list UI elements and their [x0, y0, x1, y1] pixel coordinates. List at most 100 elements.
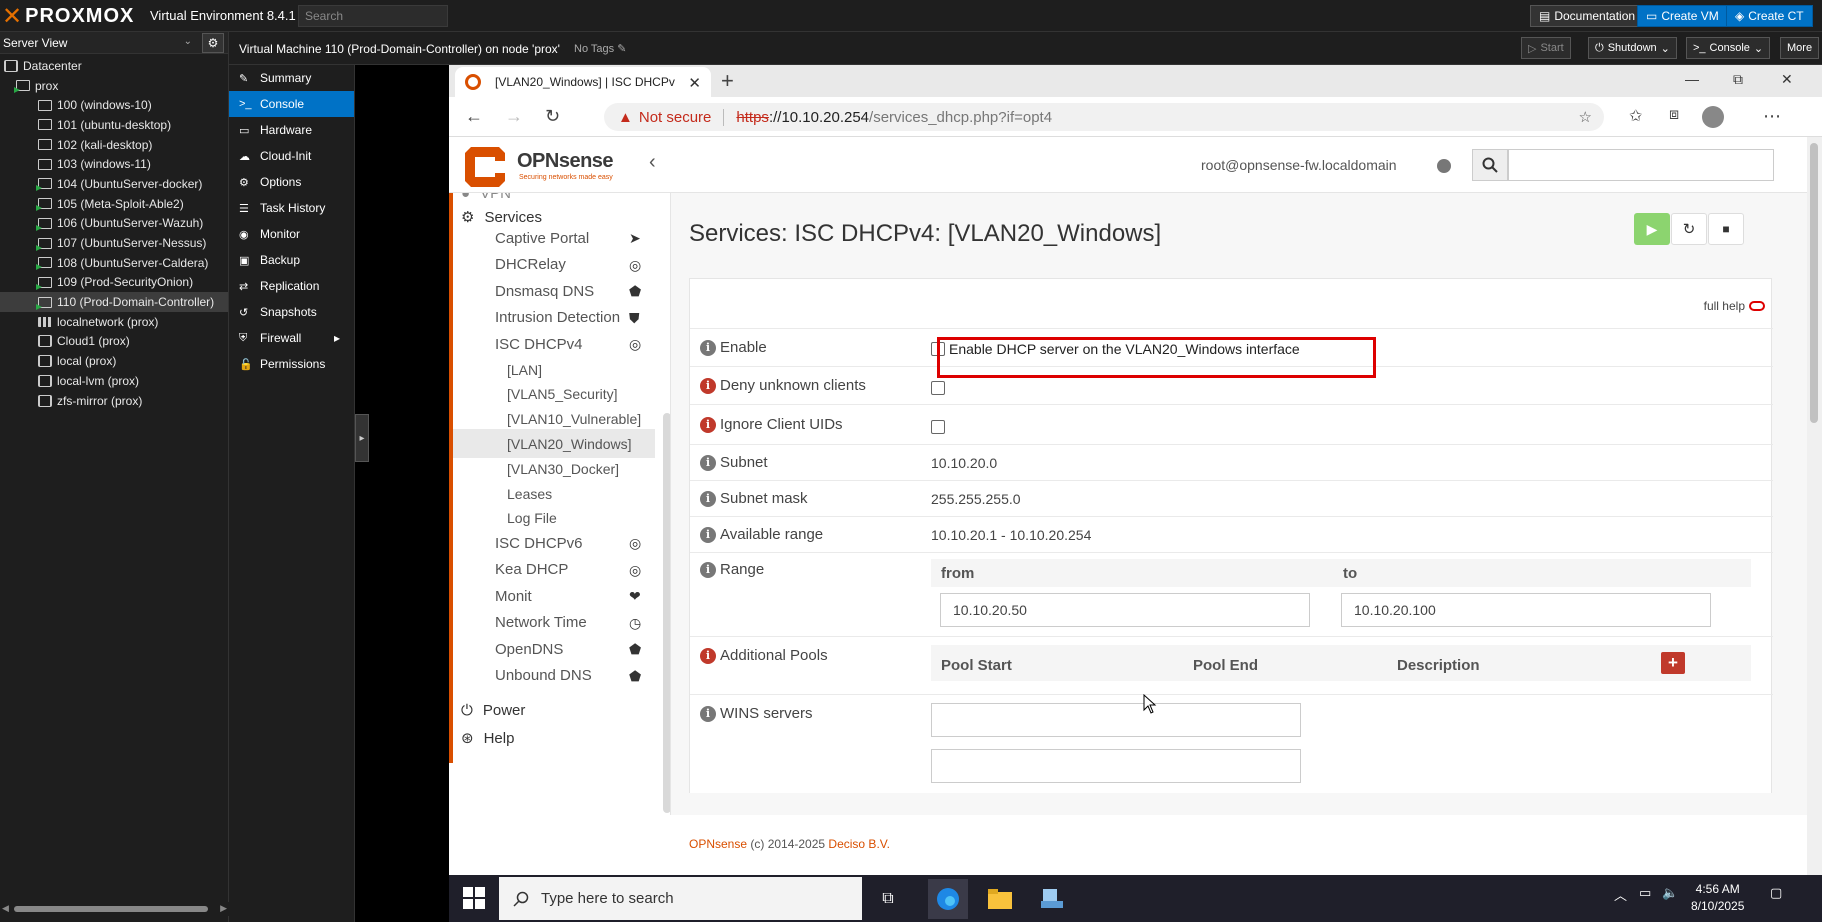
tree-item[interactable]: 108 (UbuntuServer-Caldera) — [0, 253, 228, 273]
tree-item[interactable]: local (prox) — [0, 351, 228, 371]
tree-item[interactable]: 101 (ubuntu-desktop) — [0, 115, 228, 135]
tree-item[interactable]: Datacenter — [0, 56, 228, 76]
tree-item[interactable]: 106 (UbuntuServer-Wazuh) — [0, 214, 228, 234]
taskbar-search-box[interactable]: Type here to search — [499, 877, 862, 920]
create-vm-button[interactable]: ▭ Create VM — [1637, 5, 1728, 27]
server-view-selector[interactable]: Server View ⌄ ⚙ — [0, 32, 228, 54]
pve-search-input[interactable]: Search — [298, 5, 448, 27]
vm-menu-item[interactable]: ⚙ Options — [229, 169, 354, 195]
info-icon[interactable]: i — [700, 454, 716, 471]
vm-menu-item[interactable]: ⇄ Replication — [229, 273, 354, 299]
wins-server-input-2[interactable] — [931, 749, 1301, 783]
gear-icon[interactable]: ⚙ — [202, 33, 224, 53]
documentation-button[interactable]: ▤ Documentation — [1530, 5, 1645, 27]
favorites-icon[interactable]: ✩ — [1629, 106, 1642, 126]
network-app-icon[interactable] — [1032, 879, 1072, 919]
volume-muted-icon[interactable]: 🔈 — [1662, 885, 1678, 901]
info-icon[interactable]: i — [700, 416, 716, 433]
services-item[interactable]: Intrusion Detection ⛊ — [453, 303, 655, 333]
tree-item[interactable]: 104 (UbuntuServer-docker) — [0, 174, 228, 194]
tree-item[interactable]: prox — [0, 76, 228, 96]
vm-menu-item[interactable]: 🔓 Permissions — [229, 351, 354, 377]
tree-item[interactable]: 110 (Prod-Domain-Controller) — [0, 292, 228, 312]
info-icon[interactable]: i — [700, 377, 716, 394]
ignore-uids-checkbox[interactable] — [931, 420, 945, 435]
window-close-button[interactable]: ✕ — [1781, 71, 1793, 88]
opnsense-search-input[interactable] — [1508, 149, 1774, 181]
forward-icon[interactable]: → — [505, 106, 523, 127]
restore-button[interactable]: ⧉ — [1733, 71, 1743, 88]
close-icon[interactable]: ✕ — [688, 74, 701, 92]
more-options-icon[interactable]: ⋯ — [1763, 106, 1781, 127]
sidebar-group-vpn[interactable]: ● VPN — [461, 193, 511, 202]
services-item[interactable]: Network Time ◷ — [453, 608, 655, 638]
taskbar-clock[interactable]: 4:56 AM 8/10/2025 — [1691, 881, 1744, 915]
range-from-input[interactable]: 10.10.20.50 — [940, 593, 1310, 627]
vm-menu-item[interactable]: ↺ Snapshots — [229, 299, 354, 325]
status-dot-icon[interactable] — [1437, 159, 1451, 173]
shutdown-button[interactable]: ⏻ Shutdown ⌄ — [1588, 37, 1677, 59]
back-icon[interactable]: ← — [465, 106, 483, 127]
browser-tab[interactable]: [VLAN20_Windows] | ISC DHCPv ✕ — [455, 67, 711, 97]
minimize-button[interactable]: — — [1685, 71, 1699, 87]
tree-item[interactable]: 109 (Prod-SecurityOnion) — [0, 273, 228, 293]
collapse-sidebar-icon[interactable]: ‹ — [649, 151, 656, 174]
stop-service-button[interactable]: ■ — [1708, 213, 1744, 245]
vm-menu-item[interactable]: ☁ Cloud-Init — [229, 143, 354, 169]
tree-item[interactable]: 107 (UbuntuServer-Nessus) — [0, 233, 228, 253]
info-icon[interactable]: i — [700, 339, 716, 356]
tree-item[interactable]: Cloud1 (prox) — [0, 332, 228, 352]
network-icon[interactable]: ▭ — [1639, 885, 1651, 901]
new-tab-button[interactable]: + — [721, 68, 734, 94]
wins-server-input[interactable] — [931, 703, 1301, 737]
services-item[interactable]: DHCRelay ◎ — [453, 250, 655, 280]
tree-item[interactable]: zfs-mirror (prox) — [0, 391, 228, 411]
task-view-icon[interactable]: ⧉ — [868, 879, 908, 919]
services-item[interactable]: OpenDNS ⬟ — [453, 634, 655, 664]
collections-icon[interactable]: ⧈ — [1669, 106, 1679, 124]
range-to-input[interactable]: 10.10.20.100 — [1341, 593, 1711, 627]
tree-item[interactable]: local-lvm (prox) — [0, 371, 228, 391]
services-item[interactable]: Monit ❤ — [453, 581, 655, 611]
services-item[interactable]: ISC DHCPv6 ◎ — [453, 528, 655, 558]
vm-tags[interactable]: No Tags ✎ — [574, 42, 626, 55]
search-icon[interactable] — [1472, 149, 1508, 181]
info-icon[interactable]: i — [700, 561, 716, 578]
user-label[interactable]: root@opnsense-fw.localdomain — [1201, 157, 1397, 173]
vm-menu-item[interactable]: ✎ Summary — [229, 65, 354, 91]
info-icon[interactable]: i — [700, 490, 716, 507]
tree-item[interactable]: 100 (windows-10) — [0, 95, 228, 115]
file-explorer-icon[interactable] — [980, 879, 1020, 919]
vm-menu-item[interactable]: ◉ Monitor — [229, 221, 354, 247]
star-icon[interactable]: ☆ — [1579, 108, 1592, 126]
more-button[interactable]: More — [1780, 37, 1820, 59]
vm-menu-item[interactable]: ⛨ Firewall ▸ — [229, 325, 354, 351]
tree-item[interactable]: 105 (Meta-Sploit-Able2) — [0, 194, 228, 214]
console-collapse-handle[interactable]: ▸ — [355, 414, 369, 462]
tree-item[interactable]: 102 (kali-desktop) — [0, 135, 228, 155]
create-ct-button[interactable]: ◈ Create CT — [1726, 5, 1813, 27]
vm-menu-item[interactable]: ☰ Task History — [229, 195, 354, 221]
info-icon[interactable]: i — [700, 705, 716, 722]
sidebar-group-help[interactable]: ⊛ Help — [461, 729, 514, 748]
notifications-icon[interactable]: ▢ — [1770, 885, 1782, 901]
info-icon[interactable]: i — [700, 647, 716, 664]
page-scrollbar[interactable] — [1807, 137, 1822, 875]
address-bar[interactable]: ▲ Not secure https://10.10.20.254/servic… — [604, 103, 1604, 131]
tree-item[interactable]: 103 (windows-11) — [0, 154, 228, 174]
refresh-icon[interactable]: ↻ — [545, 106, 560, 127]
info-icon[interactable]: i — [700, 526, 716, 543]
proxmox-logo[interactable]: ✕ PROXMOX — [2, 3, 134, 30]
services-item[interactable]: Unbound DNS ⬟ — [453, 661, 655, 691]
edge-browser-icon[interactable] — [928, 879, 968, 919]
start-service-button[interactable]: ▶ — [1634, 213, 1670, 245]
tree-scrollbar[interactable]: ◀ ▶ — [0, 902, 229, 916]
start-button[interactable]: ▷ Start — [1521, 37, 1571, 59]
vm-menu-item[interactable]: >_ Console — [229, 91, 354, 117]
services-item[interactable]: Kea DHCP ◎ — [453, 555, 655, 585]
opnsense-logo-icon[interactable] — [461, 143, 509, 191]
tray-chevron-up-icon[interactable]: ︿ — [1614, 885, 1627, 904]
sidebar-scrollbar[interactable] — [663, 413, 670, 813]
console-button[interactable]: >_ Console ⌄ — [1686, 37, 1771, 59]
vm-menu-item[interactable]: ▭ Hardware — [229, 117, 354, 143]
